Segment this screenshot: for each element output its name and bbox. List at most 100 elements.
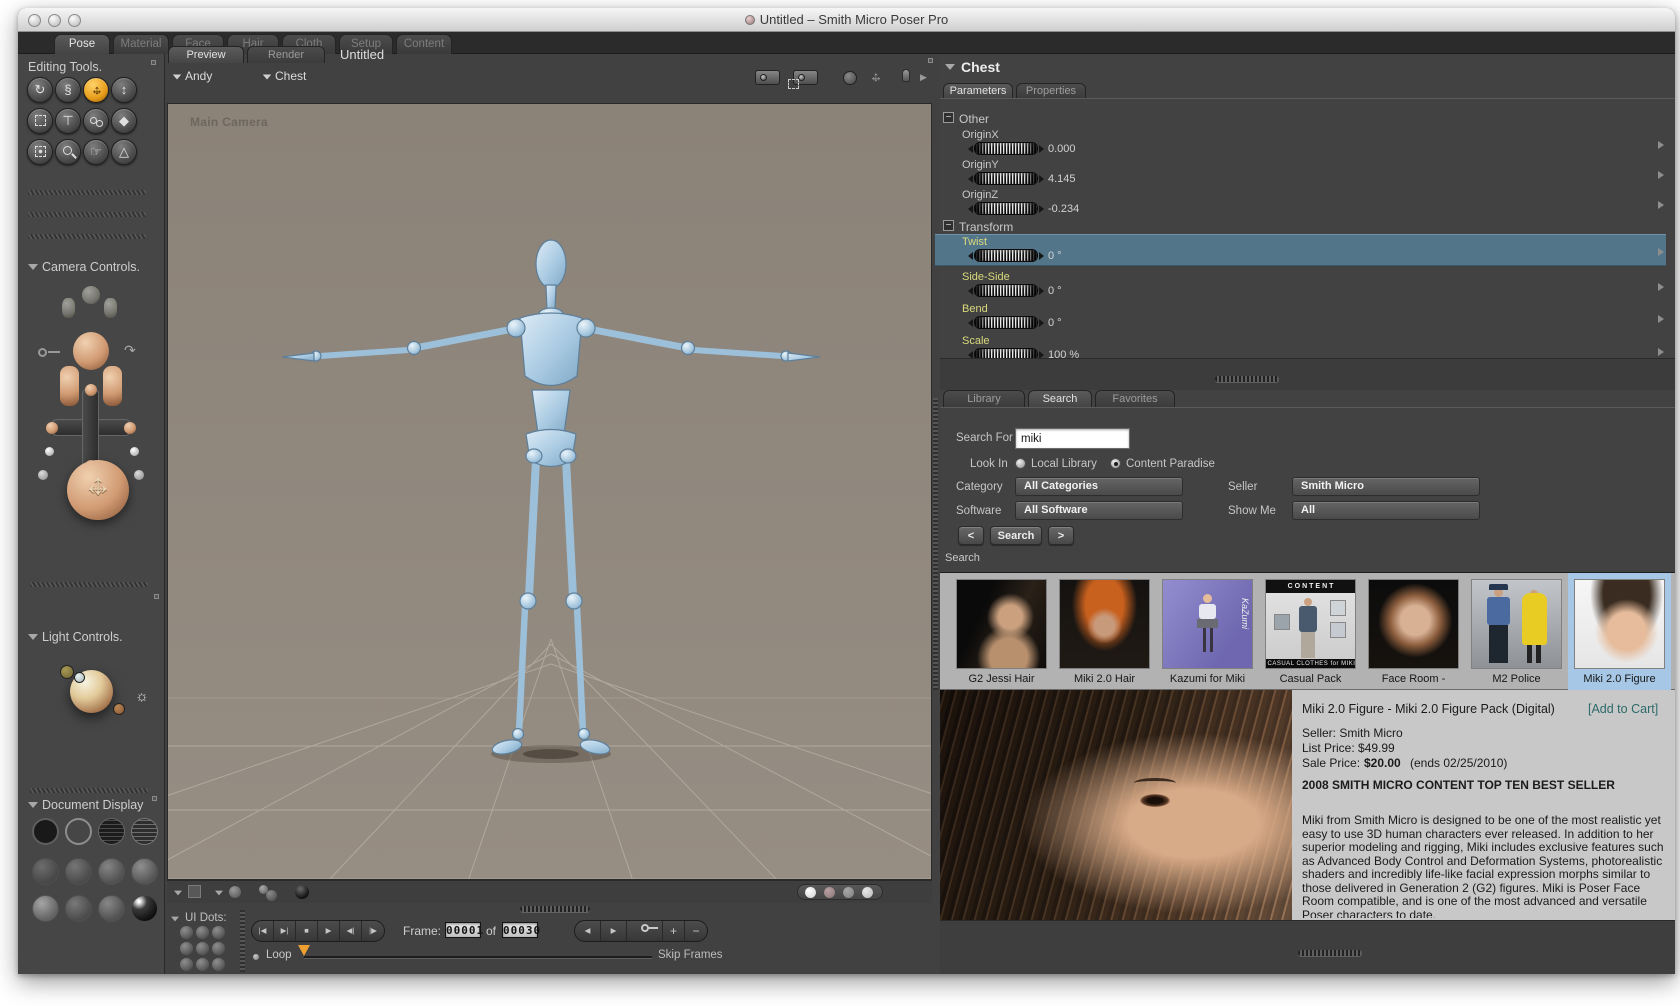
face-camera-icon[interactable] <box>73 332 109 370</box>
viewport-drag-handle[interactable] <box>520 906 590 912</box>
tab-parameters[interactable]: Parameters <box>943 83 1013 99</box>
display-flat-lined-icon[interactable] <box>98 858 125 885</box>
tab-search[interactable]: Search <box>1028 390 1092 408</box>
edit-keyframes-button[interactable] <box>627 921 663 941</box>
sidebar-separator[interactable] <box>28 212 146 217</box>
sidebar-separator[interactable] <box>28 234 146 239</box>
search-input[interactable] <box>1015 428 1130 449</box>
add-key-button[interactable]: + <box>663 921 685 941</box>
morph-tool-button[interactable]: ☞ <box>83 139 109 165</box>
display-cartoon-icon[interactable] <box>131 858 158 885</box>
document-display-collapse-icon[interactable] <box>28 802 38 808</box>
camera-view-icon[interactable] <box>755 70 780 85</box>
tab-favorites[interactable]: Favorites <box>1095 390 1175 408</box>
originy-dial[interactable] <box>968 172 1044 185</box>
display-outline-icon[interactable] <box>65 818 92 845</box>
originz-dial[interactable] <box>968 202 1044 215</box>
palette-widget-icon[interactable] <box>151 60 156 65</box>
stop-button[interactable]: ■ <box>296 921 318 941</box>
tab-preview[interactable]: Preview <box>168 46 244 63</box>
tracking-collapse-icon[interactable] <box>215 890 223 896</box>
param-value-sideside[interactable]: 0 ° <box>1048 285 1062 297</box>
param-menu-arrow[interactable] <box>1658 201 1664 209</box>
left-hand-camera-icon[interactable] <box>60 366 79 406</box>
timeline-slider[interactable] <box>304 956 652 959</box>
sidebar-separator[interactable] <box>30 788 148 793</box>
camera-dot-icon[interactable] <box>134 470 144 480</box>
param-menu-arrow[interactable] <box>1658 141 1664 149</box>
step-forward-button[interactable]: |▶ <box>362 921 384 941</box>
grouping-tool-button[interactable] <box>27 139 53 165</box>
display-dot[interactable] <box>824 887 835 898</box>
twist-selected-row[interactable] <box>935 234 1666 266</box>
result-kazumi-for-miki[interactable]: KaZumi Kazumi for Miki <box>1156 573 1259 691</box>
tab-properties[interactable]: Properties <box>1016 83 1086 99</box>
chest-collapse-icon[interactable] <box>945 64 955 70</box>
camera-dot-icon[interactable] <box>38 470 48 480</box>
param-menu-arrow[interactable] <box>1658 248 1664 256</box>
display-silhouette-icon[interactable] <box>32 818 59 845</box>
body-part-dropdown[interactable]: Chest <box>262 69 306 83</box>
translate-inout-tool-button[interactable]: ↕ <box>111 77 137 103</box>
display-smooth-lined-icon[interactable] <box>65 895 92 922</box>
originx-dial[interactable] <box>968 142 1044 155</box>
translate-tool-button[interactable]: ↔ ↕ <box>83 77 109 103</box>
param-value-twist[interactable]: 0 ° <box>1048 250 1062 262</box>
param-value-bend[interactable]: 0 ° <box>1048 317 1062 329</box>
timeline-marker[interactable] <box>298 945 310 956</box>
lefthand-camera-icon[interactable] <box>62 298 75 318</box>
viewport-canvas[interactable]: Main Camera <box>167 103 932 880</box>
rotate-camera-icon[interactable]: ↷ <box>124 342 136 359</box>
light-controls-collapse-icon[interactable] <box>28 634 38 640</box>
param-value-originy[interactable]: 4.145 <box>1048 173 1076 185</box>
display-flat-shaded-icon[interactable] <box>65 858 92 885</box>
param-menu-arrow[interactable] <box>1658 348 1664 356</box>
step-back-button[interactable]: ◀| <box>340 921 362 941</box>
tracking-ball-icon[interactable] <box>229 886 241 898</box>
frame-total-field[interactable]: 00030 <box>502 922 540 938</box>
display-wireframe-icon[interactable] <box>98 818 125 845</box>
chain-break-tool-button[interactable] <box>83 108 109 134</box>
camera-dolly-y-icon[interactable] <box>82 388 99 468</box>
multi-ball-icon-2[interactable] <box>266 890 277 901</box>
result-casual-pack[interactable]: CONTENT CASUAL CLOTHES for MIKI Casual P… <box>1259 573 1362 691</box>
result-miki-20-hair[interactable]: Miki 2.0 Hair <box>1053 573 1156 691</box>
scroll-right-icon[interactable]: ▶ <box>920 72 927 83</box>
display-dot[interactable] <box>862 887 873 898</box>
righthand-camera-icon[interactable] <box>104 298 117 318</box>
scale-tool-button[interactable] <box>27 108 53 134</box>
software-dropdown[interactable]: All Software <box>1015 501 1183 520</box>
seller-dropdown[interactable]: Smith Micro <box>1292 477 1480 496</box>
light-1-dot[interactable] <box>60 665 74 679</box>
twist-tool-button[interactable]: § <box>55 77 81 103</box>
param-value-originx[interactable]: 0.000 <box>1048 143 1076 155</box>
tracking-square-icon[interactable] <box>188 885 201 898</box>
param-value-scale[interactable]: 100 % <box>1048 349 1079 358</box>
actor-dropdown[interactable]: Andy <box>172 69 212 83</box>
transform-section-collapse[interactable]: − <box>943 220 954 231</box>
next-page-button[interactable]: > <box>1048 526 1074 545</box>
right-hand-camera-icon[interactable] <box>103 366 122 406</box>
result-m2-police[interactable]: M2 Police <box>1465 573 1568 691</box>
tab-content[interactable]: Content <box>396 34 452 54</box>
tab-library[interactable]: Library <box>943 390 1025 408</box>
result-g2-jessi-hair[interactable]: G2 Jessi Hair <box>950 573 1053 691</box>
shadow-ball-icon[interactable] <box>295 885 309 899</box>
camera-select-icon[interactable] <box>788 70 818 89</box>
other-section-collapse[interactable]: − <box>943 112 954 123</box>
display-dot[interactable] <box>843 887 854 898</box>
direct-manipulation-tool-button[interactable]: △ <box>111 139 137 165</box>
param-menu-arrow[interactable] <box>1658 171 1664 179</box>
rotate-tool-button[interactable]: ↻ <box>27 77 53 103</box>
color-tool-button[interactable]: ◆ <box>111 108 137 134</box>
display-smooth-shaded-icon[interactable] <box>32 895 59 922</box>
ui-dots-grid[interactable] <box>178 926 230 974</box>
loop-toggle[interactable] <box>252 953 260 961</box>
scale-dial[interactable] <box>968 348 1044 358</box>
display-texture-shaded-icon[interactable] <box>98 895 125 922</box>
display-sketch-icon[interactable] <box>131 895 158 922</box>
tab-render[interactable]: Render <box>247 46 325 63</box>
result-face-room[interactable]: Face Room - <box>1362 573 1465 691</box>
camera-dot-icon[interactable] <box>130 447 139 456</box>
trackball-mini-icon[interactable] <box>843 71 857 85</box>
